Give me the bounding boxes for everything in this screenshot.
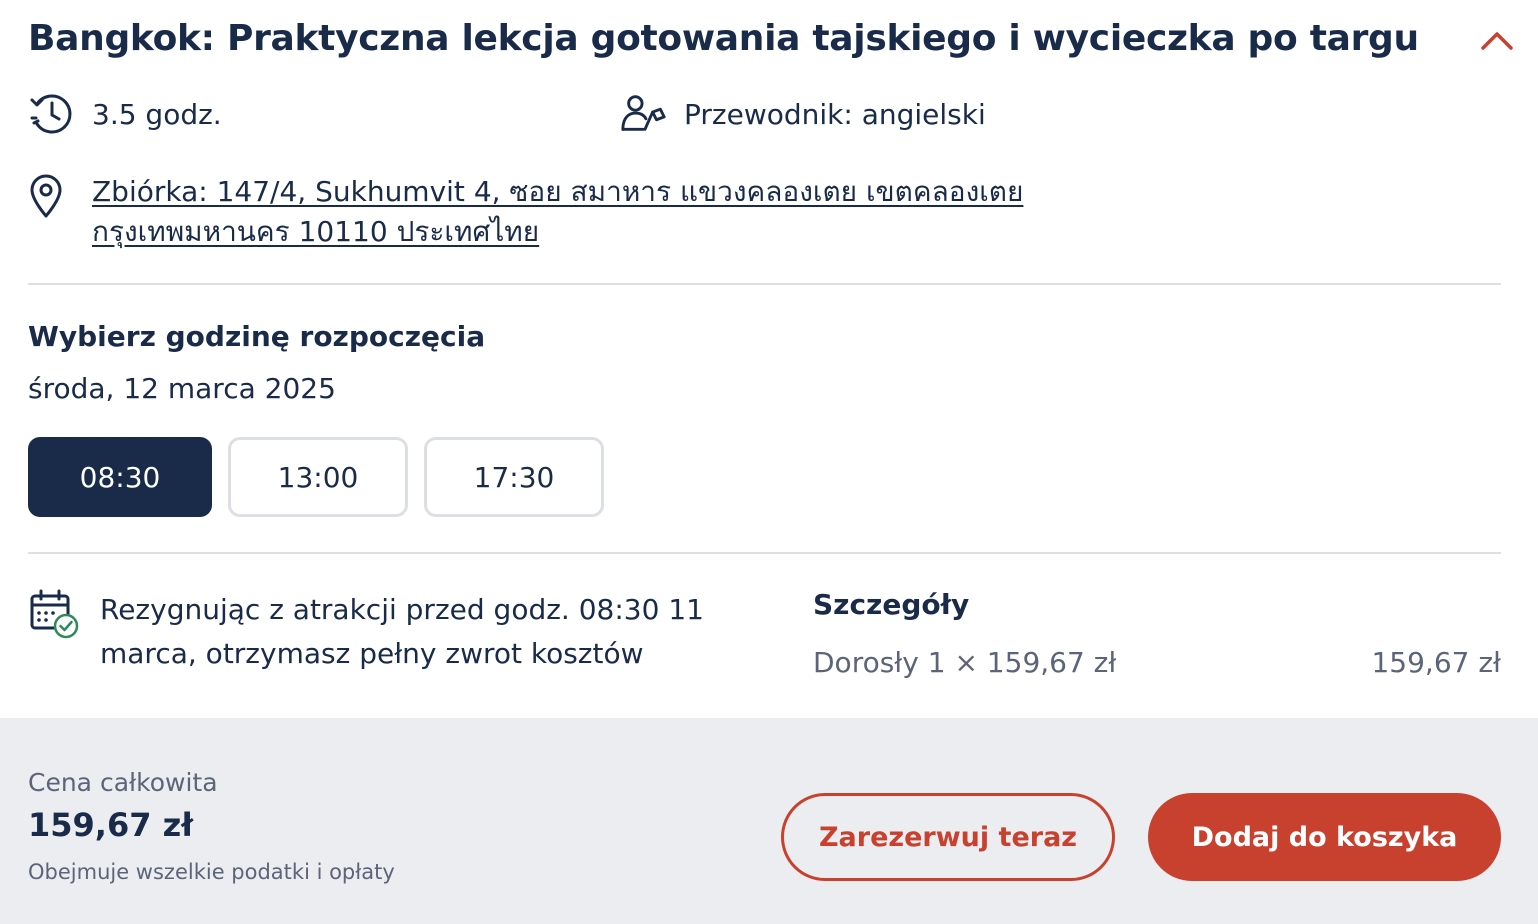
- add-to-cart-button[interactable]: Dodaj do koszyka: [1148, 793, 1501, 881]
- checkout-footer: Cena całkowita 159,67 zł Obejmuje wszelk…: [0, 718, 1538, 924]
- guide-language-text: Przewodnik: angielski: [684, 97, 986, 131]
- time-slot-group: 08:30 13:00 17:30: [28, 437, 604, 517]
- divider: [28, 283, 1501, 285]
- calendar-check-icon: [30, 589, 79, 639]
- selected-date: środa, 12 marca 2025: [28, 372, 336, 405]
- divider: [28, 552, 1501, 554]
- duration-row: 3.5 godz.: [28, 92, 222, 136]
- activity-booking-panel: Bangkok: Praktyczna lekcja gotowania taj…: [0, 0, 1538, 924]
- activity-title: Bangkok: Praktyczna lekcja gotowania taj…: [28, 18, 1419, 59]
- start-time-heading: Wybierz godzinę rozpoczęcia: [28, 320, 486, 353]
- duration-text: 3.5 godz.: [92, 97, 222, 131]
- price-line-amount: 159,67 zł: [1371, 646, 1501, 679]
- time-slot-1300[interactable]: 13:00: [228, 437, 408, 517]
- total-price-label: Cena całkowita: [28, 768, 218, 797]
- meeting-point-link[interactable]: Zbiórka: 147/4, Sukhumvit 4, ซอย สมาหาร …: [92, 172, 1072, 252]
- meeting-point-row: Zbiórka: 147/4, Sukhumvit 4, ซอย สมาหาร …: [28, 172, 1072, 252]
- time-slot-0830[interactable]: 08:30: [28, 437, 212, 517]
- chevron-up-icon: [1481, 32, 1513, 50]
- time-slot-1730[interactable]: 17:30: [424, 437, 604, 517]
- cancellation-text: Rezygnując z atrakcji przed godz. 08:30 …: [100, 593, 704, 670]
- details-heading: Szczegóły: [813, 588, 970, 621]
- reserve-now-button[interactable]: Zarezerwuj teraz: [781, 793, 1115, 881]
- collapse-button[interactable]: [1474, 22, 1520, 58]
- tax-note: Obejmuje wszelkie podatki i opłaty: [28, 860, 395, 884]
- guide-person-icon: [621, 95, 666, 131]
- clock-history-icon: [30, 94, 72, 134]
- guide-row: Przewodnik: angielski: [620, 92, 986, 136]
- total-price-value: 159,67 zł: [28, 806, 194, 844]
- price-line-label: Dorosły 1 × 159,67 zł: [813, 646, 1117, 679]
- map-pin-icon: [30, 174, 62, 218]
- cancellation-policy: Rezygnując z atrakcji przed godz. 08:30 …: [28, 588, 720, 676]
